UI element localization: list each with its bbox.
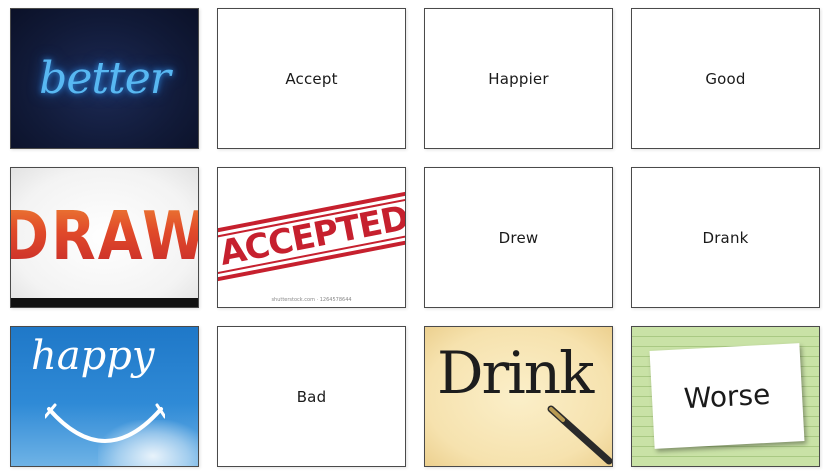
better-image-text: better — [39, 53, 171, 104]
card-accept[interactable]: Accept — [217, 8, 406, 149]
card-label: Accept — [285, 69, 338, 88]
card-image-draw[interactable]: DRAW — [10, 167, 199, 308]
image-footer-bar — [11, 298, 198, 307]
card-image-drink[interactable]: Drink — [424, 326, 613, 467]
card-label: Happier — [488, 69, 549, 88]
card-label: Good — [705, 69, 746, 88]
card-label: Bad — [296, 387, 327, 406]
card-label: Drank — [702, 228, 749, 247]
accepted-stamp: ACCEPTED — [218, 189, 405, 283]
card-image-worse[interactable]: Worse — [631, 326, 820, 467]
card-drank[interactable]: Drank — [631, 167, 820, 308]
card-drew[interactable]: Drew — [424, 167, 613, 308]
worse-image-text: Worse — [649, 343, 805, 449]
matching-card-grid: better Accept Happier Good DRAW ACCEPTED… — [0, 0, 823, 471]
card-image-happy[interactable]: happy — [10, 326, 199, 467]
card-happier[interactable]: Happier — [424, 8, 613, 149]
card-bad[interactable]: Bad — [217, 326, 406, 467]
card-good[interactable]: Good — [631, 8, 820, 149]
image-credit: shutterstock.com · 1264578644 — [271, 297, 352, 303]
smile-icon — [45, 403, 165, 443]
drink-image-text: Drink — [437, 339, 594, 407]
card-label: Drew — [498, 228, 539, 247]
draw-image-text: DRAW — [11, 179, 198, 294]
card-image-accepted[interactable]: ACCEPTED shutterstock.com · 1264578644 — [217, 167, 406, 308]
card-image-better[interactable]: better — [10, 8, 199, 149]
pen-icon — [547, 405, 612, 465]
happy-image-text: happy — [31, 333, 155, 379]
